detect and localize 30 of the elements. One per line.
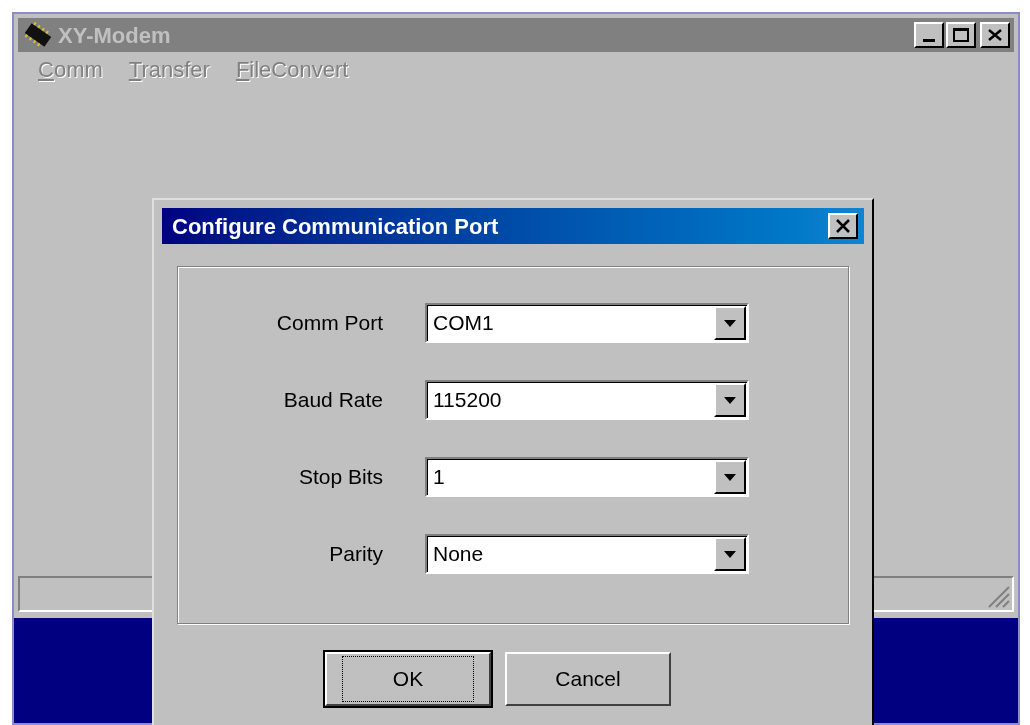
caret-icon — [724, 550, 736, 558]
field-label: Comm Port — [275, 310, 383, 337]
dropdown-arrow-button[interactable] — [714, 537, 746, 571]
field-label: Baud Rate — [282, 387, 383, 414]
close-button[interactable] — [828, 213, 858, 239]
dropdown-value: 115200 — [433, 387, 503, 414]
caret-icon — [724, 396, 736, 404]
dialog-button[interactable]: Cancel — [505, 652, 671, 706]
dialog-button[interactable]: OK — [325, 652, 491, 706]
close-button[interactable] — [980, 22, 1010, 48]
minimize-button[interactable] — [914, 22, 944, 48]
caret-icon — [724, 319, 736, 327]
close-icon — [835, 219, 851, 233]
dropdown-value: None — [433, 541, 485, 568]
dropdown[interactable]: COM1 — [425, 303, 749, 343]
dropdown-arrow-button[interactable] — [714, 383, 746, 417]
maximize-button[interactable] — [946, 22, 976, 48]
field-label: Parity — [328, 541, 383, 568]
dropdown-arrow-button[interactable] — [714, 306, 746, 340]
field-label: Stop Bits — [297, 464, 383, 491]
dropdown-arrow-button[interactable] — [714, 460, 746, 494]
dropdown[interactable]: None — [425, 534, 749, 574]
window-title: XY-Modem — [58, 21, 172, 50]
dialog-title: Configure Communication Port — [172, 212, 500, 241]
dropdown[interactable]: 115200 — [425, 380, 749, 420]
caret-icon — [724, 473, 736, 481]
close-icon — [988, 29, 1002, 41]
dropdown[interactable]: 1 — [425, 457, 749, 497]
dropdown-value: 1 — [433, 464, 446, 491]
dropdown-value: COM1 — [433, 310, 495, 337]
